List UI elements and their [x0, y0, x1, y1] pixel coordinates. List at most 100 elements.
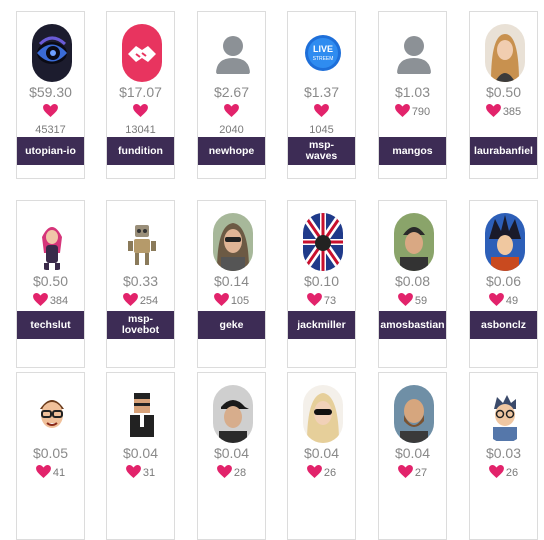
voter-card[interactable]: $17.07 13041 fundition [106, 11, 175, 179]
voter-card[interactable]: $1.03 790 mangos [378, 11, 447, 179]
payout-value: $17.07 [119, 84, 162, 100]
vote-row: 384 [17, 293, 84, 309]
default-user-icon[interactable] [213, 24, 253, 82]
vote-count: 1045 [309, 124, 334, 136]
vote-row: 26 [470, 465, 537, 481]
default-user-icon[interactable] [394, 24, 434, 82]
voter-card[interactable]: $0.05 41 [16, 372, 85, 540]
vote-count: 28 [233, 467, 247, 479]
vote-count: 45317 [35, 124, 66, 136]
svg-text:STREEM: STREEM [313, 56, 334, 62]
payout-value: $2.67 [213, 84, 250, 100]
heart-icon[interactable] [397, 293, 413, 309]
vote-row [17, 104, 84, 120]
pixel-man-suit-icon[interactable] [122, 385, 162, 443]
heart-icon[interactable] [306, 465, 322, 481]
live-stream-icon[interactable]: LIVE STREEM [303, 24, 343, 82]
vote-row: 26 [288, 465, 355, 481]
vote-row: 790 [379, 104, 446, 120]
voter-card[interactable]: $0.33 254 msp-lovebot [106, 200, 175, 368]
vote-row: 105 [198, 293, 265, 309]
cartoon-glasses-icon[interactable] [485, 385, 525, 443]
username-link[interactable]: amosbastian [379, 311, 446, 339]
payout-value: $1.03 [394, 84, 431, 100]
heart-icon[interactable] [488, 465, 504, 481]
woman-photo-icon[interactable] [485, 24, 525, 82]
voter-card[interactable]: $0.50 385 laurabanfiel [469, 11, 538, 179]
payout-value: $0.14 [213, 273, 250, 289]
voter-card[interactable]: $2.67 2040 newhope [197, 11, 266, 179]
svg-text:LIVE: LIVE [313, 44, 333, 54]
voter-card[interactable]: $0.10 73 jackmiller [287, 200, 356, 368]
utopian-logo-icon[interactable] [32, 24, 72, 82]
username-label: amosbastian [380, 318, 445, 331]
flag-collage-icon[interactable] [303, 213, 343, 271]
payout-value: $0.03 [485, 445, 522, 461]
heart-icon[interactable] [224, 104, 239, 120]
man-cap-photo-icon[interactable] [213, 385, 253, 443]
heart-icon[interactable] [35, 465, 51, 481]
username-label: laurabanfiel [474, 144, 533, 157]
vote-count: 13041 [125, 124, 156, 136]
man-beanie-photo-icon[interactable] [394, 213, 434, 271]
vote-count: 26 [505, 467, 519, 479]
voter-card[interactable]: $0.03 26 [469, 372, 538, 540]
username-link[interactable]: fundition [107, 137, 174, 165]
heart-icon[interactable] [125, 465, 141, 481]
heart-icon[interactable] [32, 293, 48, 309]
username-label: msp-waves [305, 139, 338, 162]
cartoon-man-glasses-icon[interactable] [32, 385, 72, 443]
username-link[interactable]: techslut [17, 311, 84, 339]
voter-card[interactable]: $0.04 31 [106, 372, 175, 540]
username-label: msp-lovebot [121, 313, 160, 336]
username-link[interactable]: geke [198, 311, 265, 339]
bearded-man-photo-icon[interactable] [394, 385, 434, 443]
blonde-sunglasses-photo-icon[interactable] [303, 385, 343, 443]
voter-card[interactable]: $0.06 49 asbonclz [469, 200, 538, 368]
woman-sunglasses-photo-icon[interactable] [213, 213, 253, 271]
voter-card[interactable]: $0.04 27 [378, 372, 447, 540]
payout-value: $0.50 [32, 273, 69, 289]
username-link[interactable]: utopian-io [17, 137, 84, 165]
username-link[interactable]: asbonclz [470, 311, 537, 339]
heart-icon[interactable] [122, 293, 138, 309]
username-label: fundition [118, 144, 163, 157]
username-link[interactable]: mangos [379, 137, 446, 165]
handshake-logo-icon[interactable] [122, 24, 162, 82]
heart-icon[interactable] [397, 465, 413, 481]
vote-count: 385 [502, 106, 522, 118]
voter-card[interactable]: $0.04 28 [197, 372, 266, 540]
username-link[interactable]: msp-waves [288, 137, 355, 165]
username-label: mangos [392, 144, 433, 157]
heart-icon[interactable] [43, 104, 58, 120]
heart-icon[interactable] [488, 293, 504, 309]
payout-value: $0.50 [485, 84, 522, 100]
robot-icon[interactable] [122, 213, 162, 271]
vote-count: 105 [230, 295, 250, 307]
heart-icon[interactable] [216, 465, 232, 481]
heart-icon[interactable] [133, 104, 148, 120]
username-link[interactable]: laurabanfiel [470, 137, 537, 165]
voter-card[interactable]: $0.14 105 geke [197, 200, 266, 368]
heart-icon[interactable] [213, 293, 229, 309]
username-link[interactable]: jackmiller [288, 311, 355, 339]
heart-icon[interactable] [485, 104, 501, 120]
username-label: jackmiller [297, 318, 346, 331]
heart-icon[interactable] [314, 104, 329, 120]
vote-row [198, 104, 265, 120]
heart-icon[interactable] [306, 293, 322, 309]
vote-row: 27 [379, 465, 446, 481]
anime-character-icon[interactable] [485, 213, 525, 271]
voter-card[interactable]: $0.50 384 techslut [16, 200, 85, 368]
voter-card[interactable]: LIVE STREEM $1.37 1045 msp-waves [287, 11, 356, 179]
voter-card[interactable]: $59.30 45317 utopian-io [16, 11, 85, 179]
vote-row: 385 [470, 104, 537, 120]
username-link[interactable]: msp-lovebot [107, 311, 174, 339]
voter-card[interactable]: $0.08 59 amosbastian [378, 200, 447, 368]
heart-icon[interactable] [394, 104, 410, 120]
voter-grid: $59.30 45317 utopian-io $17.07 13041 funditio… [0, 0, 544, 540]
vote-row: 31 [107, 465, 174, 481]
pink-hair-character-icon[interactable] [32, 213, 72, 271]
voter-card[interactable]: $0.04 26 [287, 372, 356, 540]
username-link[interactable]: newhope [198, 137, 265, 165]
